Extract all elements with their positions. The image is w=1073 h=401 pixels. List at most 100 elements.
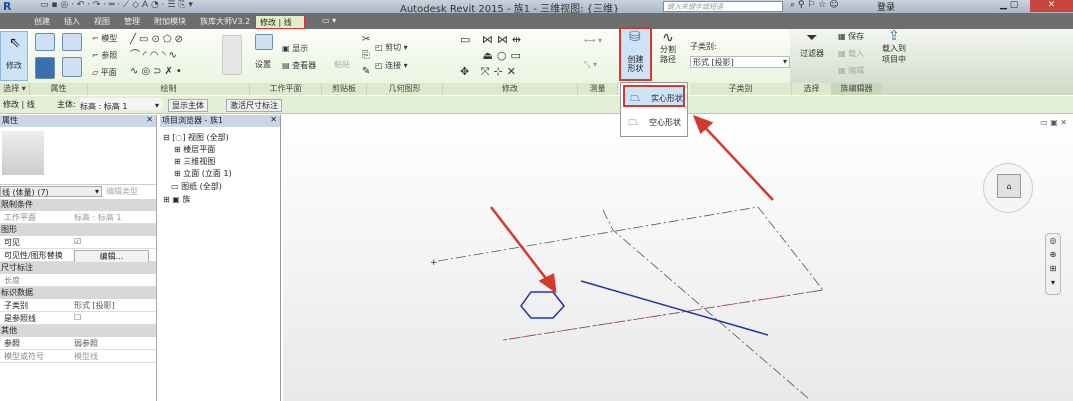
tab-addins[interactable]: 附加模块: [150, 15, 190, 29]
save-selection-button[interactable]: ▦ 保存: [838, 31, 864, 42]
model-line-button[interactable]: ⌐ 模型: [92, 33, 117, 44]
reference-label: 参照: [101, 51, 118, 60]
show-host-button[interactable]: 显示主体: [168, 99, 208, 112]
ref-plane-button[interactable]: ▱ 平面: [92, 67, 117, 78]
prop-row: 可见性/图形替换 编辑...: [0, 249, 156, 263]
prop-value[interactable]: 形式 [投影]: [74, 300, 115, 311]
ribbon-tabs: 创建 插入 视图 管理 附加模块 族库大师V3.2 修改 | 线 ▭ ▾: [0, 13, 1073, 29]
activate-dimensions-button[interactable]: 激活尺寸标注: [226, 99, 282, 112]
modify-tools[interactable]: ▭ ⋈⋈⇹ ⏏○▭ ✥ ⤧⊹✕: [460, 32, 525, 80]
group-other[interactable]: 其他: [0, 325, 156, 337]
void-form-item[interactable]: ⏢ 空心形状: [623, 111, 685, 133]
filter-label: 过滤器: [800, 49, 824, 58]
type-properties-icon[interactable]: [62, 57, 82, 77]
close-icon[interactable]: ✕: [146, 115, 153, 124]
edit-type-button[interactable]: 编辑类型: [106, 186, 138, 197]
show-workplane-button[interactable]: ▣ 显示: [282, 43, 308, 54]
clipboard-tools[interactable]: ✂ ⎘ ✎: [362, 32, 370, 80]
set-workplane-icon[interactable]: [255, 34, 273, 50]
minimize-maximize-buttons[interactable]: ▁ ▢: [1000, 0, 1018, 10]
pick-lines-icon[interactable]: [222, 35, 242, 75]
panel-selection: 选择: [792, 83, 832, 95]
panel-clipboard: 剪贴板: [322, 83, 367, 95]
viewcube-face-icon[interactable]: ⌂: [997, 174, 1021, 198]
hexagon-model-line[interactable]: [520, 291, 565, 319]
browser-header: 项目浏览器 - 族1 ✕: [160, 115, 280, 127]
blue-model-line[interactable]: [580, 280, 769, 336]
join-geometry-button[interactable]: ◰ 连接 ▾: [375, 60, 408, 71]
subcategory-select[interactable]: 形式 [投影] ▾: [690, 56, 790, 68]
navigation-bar[interactable]: ◎ ⊕ ⊞ ▾: [1045, 233, 1061, 295]
create-form-label-2: 形状: [627, 64, 644, 73]
filter-button[interactable]: ⏷ 过滤器: [800, 31, 824, 61]
instance-filter-select[interactable]: 线 (体量) (7) ▾: [0, 186, 102, 197]
group-graphics[interactable]: 图形: [0, 224, 156, 236]
group-dimensions[interactable]: 尺寸标注: [0, 262, 156, 274]
prop-row: 可见 ☑: [0, 236, 156, 249]
properties-icon[interactable]: [35, 33, 55, 51]
tree-item-sheets[interactable]: ▭ 图纸 (全部): [171, 181, 222, 192]
cut-geometry-button[interactable]: ◰ 剪切 ▾: [375, 42, 408, 53]
reference-line-button[interactable]: ⌐ 参照: [92, 50, 117, 61]
tab-modify-lines[interactable]: 修改 | 线: [255, 15, 305, 29]
solid-form-item[interactable]: ⏢ 实心形状: [623, 85, 685, 107]
tree-label: 图纸 (全部): [181, 182, 222, 191]
create-form-button[interactable]: ⛁ 创建 形状: [619, 27, 652, 81]
tab-insert[interactable]: 插入: [60, 15, 84, 29]
quick-access-toolbar[interactable]: ▭ ▪ ◎ · ↶ · ↷ · ═ · ⟋ ◇ A ◔ · ☰ ⎘ ▾: [40, 0, 193, 10]
tree-item-families[interactable]: ⊞ ▣ 族: [163, 194, 190, 205]
tree-label: 视图 (全部): [188, 133, 229, 142]
cut-label: 剪切: [385, 43, 402, 52]
panel-measure: 测量: [578, 83, 618, 95]
revit-logo-icon[interactable]: R: [3, 0, 11, 13]
draw-tools-gallery[interactable]: ╱▭⊙⬠⊘ ⌒◜◠◝∿ ∿◎⊃✗•: [130, 32, 186, 80]
edit-selection-button[interactable]: ▦ 编辑: [838, 65, 864, 76]
red-arrows: [490, 115, 774, 294]
host-select[interactable]: 标高 : 标高 1 ▾: [80, 98, 162, 111]
load-label: 载入: [848, 49, 865, 58]
viewer-button[interactable]: ▤ 查看器: [282, 60, 316, 71]
set-button[interactable]: 设置: [255, 59, 271, 70]
subcategory-label: 子类别:: [690, 42, 717, 51]
visible-checkbox[interactable]: ☑: [74, 237, 81, 246]
login-link[interactable]: 登录: [877, 0, 895, 13]
group-constraints[interactable]: 限制条件: [0, 199, 156, 211]
measure-button[interactable]: ⟷ ▾ ⤡ ▾: [584, 35, 602, 71]
tree-item-elevations[interactable]: ⊞ 立面 (立面 1): [174, 168, 232, 179]
tree-item-views[interactable]: ⊟ [◌] 视图 (全部): [163, 132, 229, 143]
type-selector-preview[interactable]: [0, 127, 156, 185]
tree-item-floor-plans[interactable]: ⊞ 楼层平面: [174, 144, 215, 155]
infocenter-icons[interactable]: ⌕ ⚲ ⚐ ☆ ☺: [790, 0, 839, 10]
prop-key: 子类别: [4, 301, 28, 310]
panel-select[interactable]: 选择 ▾: [0, 83, 30, 95]
split-path-button[interactable]: ∿ 分割 路径: [660, 31, 676, 65]
view-window-controls[interactable]: ▭ ▣ ✕: [1040, 118, 1067, 127]
close-window-button[interactable]: ✕: [1030, 0, 1073, 12]
split-label-1: 分割: [660, 45, 676, 54]
panel-toggle-icon[interactable]: ▭ ▾: [318, 15, 340, 29]
viewcube[interactable]: ⌂: [983, 163, 1033, 213]
tab-manage[interactable]: 管理: [120, 15, 144, 29]
family-category-icon[interactable]: [35, 57, 55, 79]
properties-title: 属性: [2, 116, 18, 125]
is-reference-checkbox[interactable]: ☐: [74, 313, 81, 322]
tab-family-library[interactable]: 族库大师V3.2: [196, 15, 254, 29]
tree-label: 族: [182, 195, 191, 204]
paste-button[interactable]: 粘贴: [334, 59, 350, 70]
load-selection-button[interactable]: ▦ 载入: [838, 48, 864, 59]
tab-view[interactable]: 视图: [90, 15, 114, 29]
split-label-2: 路径: [660, 55, 676, 64]
load-into-project-button[interactable]: ⇪ 载入到 项目中: [882, 29, 906, 65]
tab-create[interactable]: 创建: [30, 15, 54, 29]
search-input[interactable]: 键入关键字或短语: [663, 1, 783, 12]
close-icon[interactable]: ✕: [270, 115, 277, 124]
prop-row: 参照 弱参照: [0, 337, 156, 350]
prop-value[interactable]: 弱参照: [74, 338, 98, 349]
cursor-arrow-icon: ⇖: [9, 35, 21, 51]
3d-view-canvas[interactable]: + ▭ ▣ ✕ ⌂ ◎ ⊕ ⊞ ▾: [283, 115, 1073, 401]
arrow-to-hexagon: [490, 206, 552, 286]
tree-item-3d-views[interactable]: ⊞ 三维视图: [174, 156, 215, 167]
group-identity[interactable]: 标识数据: [0, 287, 156, 299]
prop-key: 工作平面: [4, 213, 36, 222]
family-types-icon[interactable]: [62, 33, 82, 51]
